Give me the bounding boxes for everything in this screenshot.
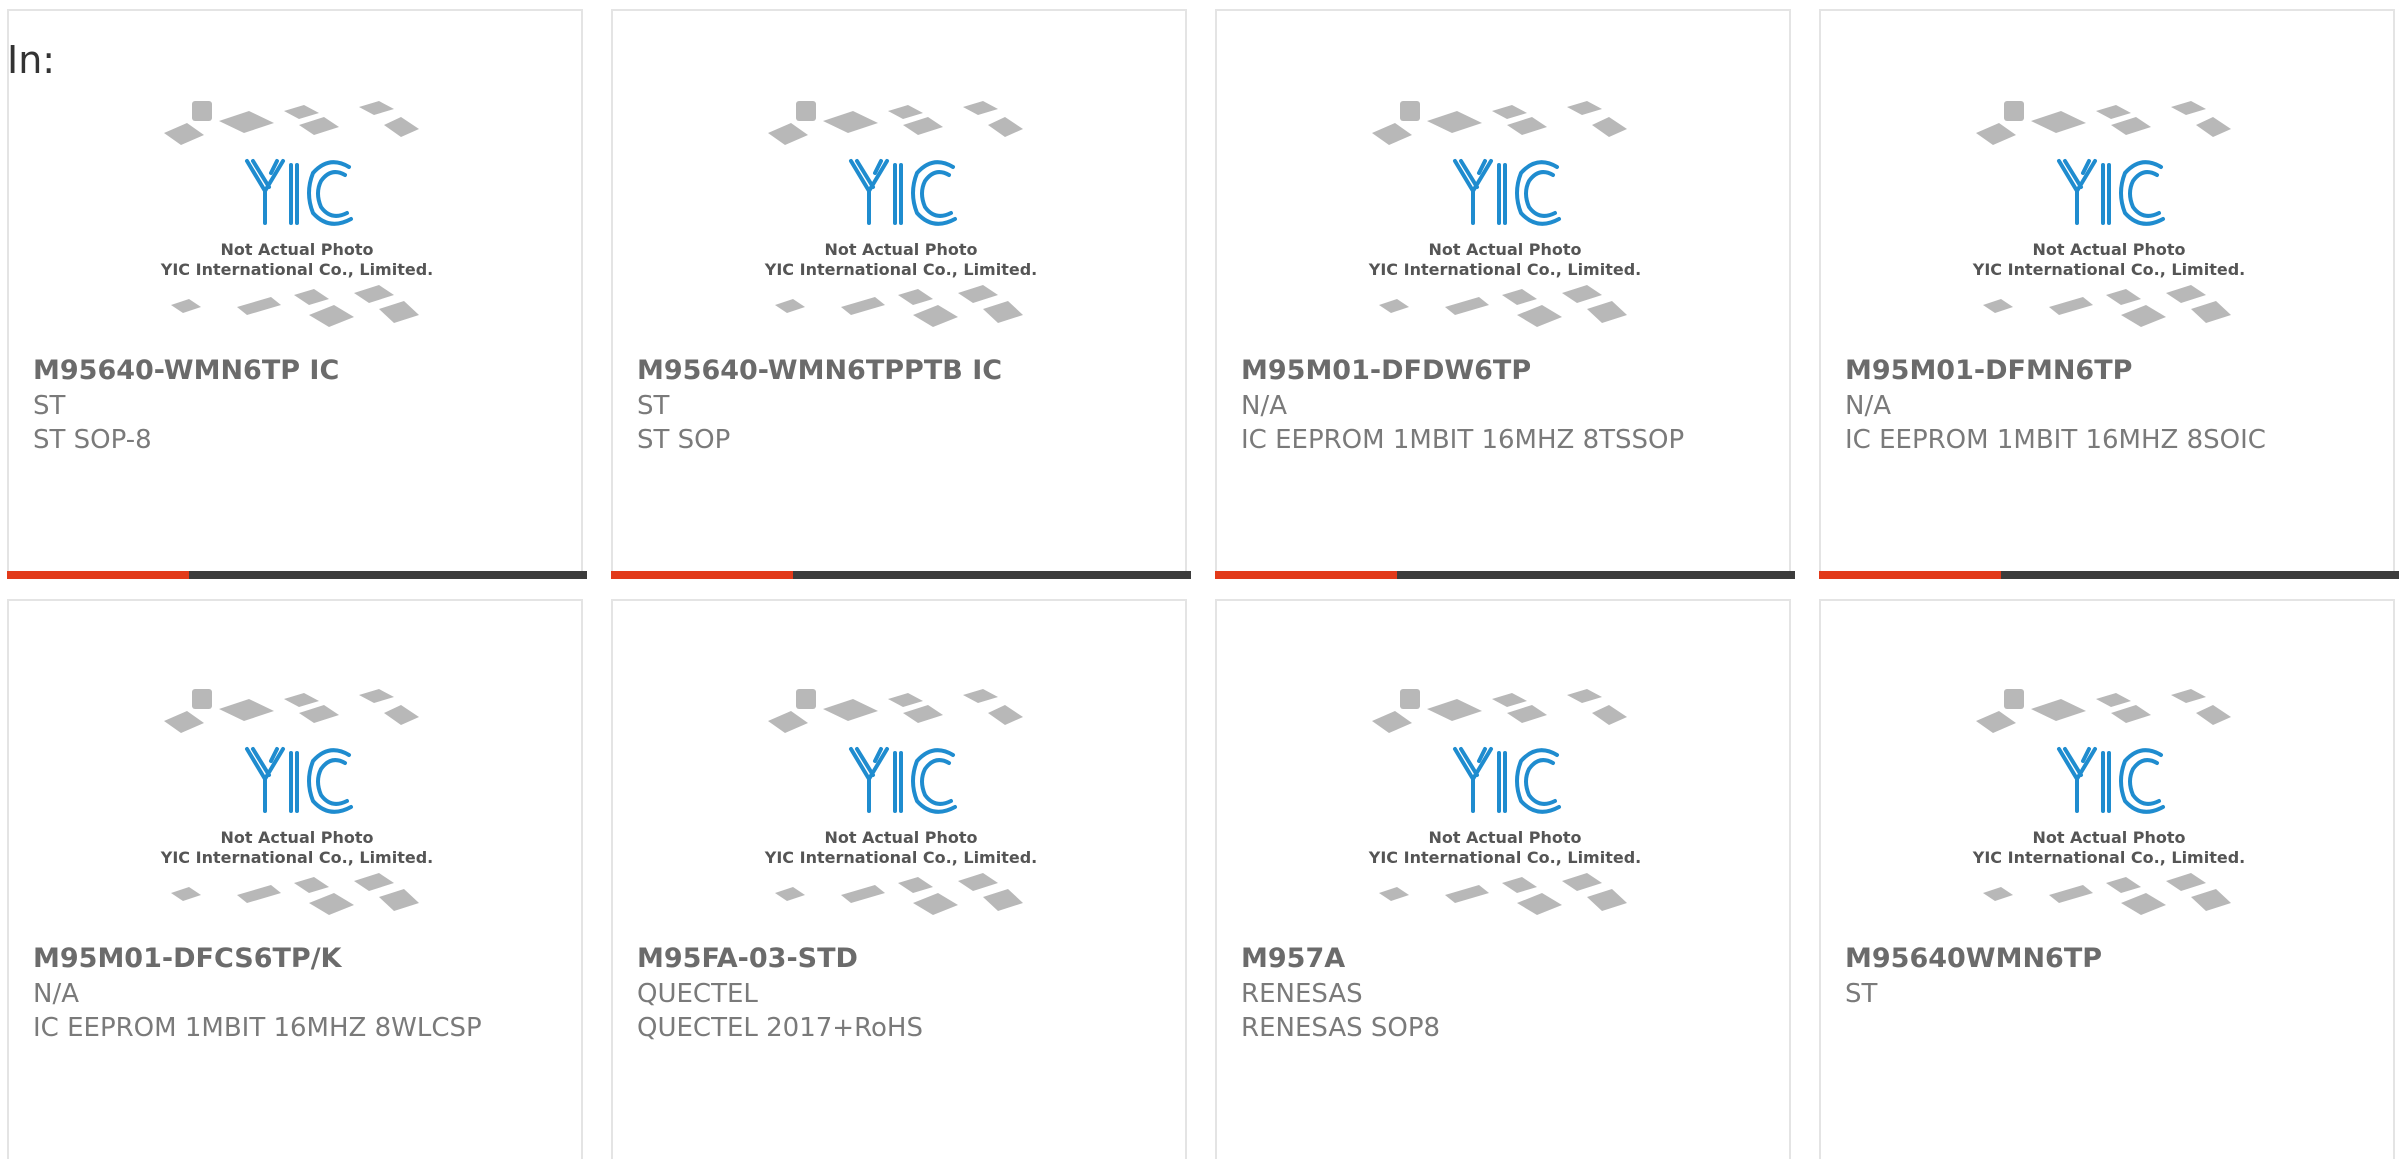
manufacturer: ST <box>637 391 670 421</box>
svg-text:YIC International Co., Limited: YIC International Co., Limited. <box>1972 848 2245 867</box>
product-card[interactable]: Not Actual Photo YIC International Co., … <box>7 599 583 1159</box>
svg-text:YIC International Co., Limited: YIC International Co., Limited. <box>764 848 1037 867</box>
card-bottom-bar <box>1819 571 2399 579</box>
svg-text:Not Actual Photo: Not Actual Photo <box>220 240 373 259</box>
part-number[interactable]: M95640-WMN6TPPTB IC <box>637 355 1002 386</box>
svg-text:Not Actual Photo: Not Actual Photo <box>824 828 977 847</box>
svg-text:YIC International Co., Limited: YIC International Co., Limited. <box>160 260 433 279</box>
part-number[interactable]: M957A <box>1241 943 1345 974</box>
manufacturer: RENESAS <box>1241 979 1363 1009</box>
svg-text:YIC International Co., Limited: YIC International Co., Limited. <box>1972 260 2245 279</box>
product-card[interactable]: Not Actual Photo YIC International Co., … <box>1215 9 1795 579</box>
part-number[interactable]: M95640WMN6TP <box>1845 943 2102 974</box>
manufacturer: N/A <box>1241 391 1287 421</box>
yic-placeholder-icon: Not Actual Photo YIC International Co., … <box>1972 689 2245 915</box>
manufacturer: N/A <box>33 979 79 1009</box>
svg-text:Not Actual Photo: Not Actual Photo <box>1428 240 1581 259</box>
svg-text:YIC International Co., Limited: YIC International Co., Limited. <box>1368 260 1641 279</box>
product-card[interactable]: Not Actual Photo YIC International Co., … <box>611 599 1187 1159</box>
svg-text:Not Actual Photo: Not Actual Photo <box>824 240 977 259</box>
product-card[interactable]: Not Actual Photo YIC International Co., … <box>611 9 1191 579</box>
product-card[interactable]: Not Actual Photo YIC International Co., … <box>1819 599 2395 1159</box>
card-accent-bar <box>611 571 793 579</box>
description: RENESAS SOP8 <box>1241 1013 1441 1043</box>
filter-label: In: <box>7 38 56 82</box>
description: IC EEPROM 1MBIT 16MHZ 8WLCSP <box>33 1013 482 1043</box>
description: ST SOP <box>637 425 731 455</box>
card-bottom-bar <box>7 571 587 579</box>
part-number[interactable]: M95M01-DFDW6TP <box>1241 355 1531 386</box>
svg-text:Not Actual Photo: Not Actual Photo <box>2032 828 2185 847</box>
svg-text:Not Actual Photo: Not Actual Photo <box>1428 828 1581 847</box>
svg-text:YIC International Co., Limited: YIC International Co., Limited. <box>1368 848 1641 867</box>
manufacturer: QUECTEL <box>637 979 758 1009</box>
card-accent-bar <box>1819 571 2001 579</box>
product-card[interactable]: Not Actual Photo YIC International Co., … <box>1215 599 1791 1159</box>
manufacturer: ST <box>33 391 66 421</box>
part-number[interactable]: M95FA-03-STD <box>637 943 858 974</box>
description: IC EEPROM 1MBIT 16MHZ 8SOIC <box>1845 425 2266 455</box>
description: QUECTEL 2017+RoHS <box>637 1013 923 1043</box>
svg-text:YIC International Co., Limited: YIC International Co., Limited. <box>160 848 433 867</box>
product-card[interactable]: Not Actual Photo YIC International Co., … <box>1819 9 2399 579</box>
yic-placeholder-icon: Not Actual Photo YIC International Co., … <box>764 689 1037 915</box>
yic-placeholder-icon: Not Actual Photo YIC International Co., … <box>1368 689 1641 915</box>
yic-placeholder-icon: Not Actual Photo YIC International Co., … <box>1368 101 1641 327</box>
yic-placeholder-icon: Not Actual Photo YIC International Co., … <box>764 101 1037 327</box>
part-number[interactable]: M95M01-DFCS6TP/K <box>33 943 341 974</box>
card-accent-bar <box>1215 571 1397 579</box>
part-number[interactable]: M95640-WMN6TP IC <box>33 355 339 386</box>
description: IC EEPROM 1MBIT 16MHZ 8TSSOP <box>1241 425 1685 455</box>
product-card[interactable]: Not Actual Photo YIC International Co., … <box>7 9 587 579</box>
yic-placeholder-icon: Not Actual Photo YIC International Co., … <box>160 101 433 327</box>
part-number[interactable]: M95M01-DFMN6TP <box>1845 355 2132 386</box>
svg-text:Not Actual Photo: Not Actual Photo <box>220 828 373 847</box>
card-bottom-bar <box>611 571 1191 579</box>
svg-text:YIC International Co., Limited: YIC International Co., Limited. <box>764 260 1037 279</box>
manufacturer: N/A <box>1845 391 1891 421</box>
product-grid: Not Actual Photo YIC International Co., … <box>0 0 2400 1159</box>
manufacturer: ST <box>1845 979 1878 1009</box>
description: ST SOP-8 <box>33 425 152 455</box>
svg-text:Not Actual Photo: Not Actual Photo <box>2032 240 2185 259</box>
card-accent-bar <box>7 571 189 579</box>
yic-placeholder-icon: Not Actual Photo YIC International Co., … <box>160 689 433 915</box>
yic-placeholder-icon: Not Actual Photo YIC International Co., … <box>1972 101 2245 327</box>
card-bottom-bar <box>1215 571 1795 579</box>
